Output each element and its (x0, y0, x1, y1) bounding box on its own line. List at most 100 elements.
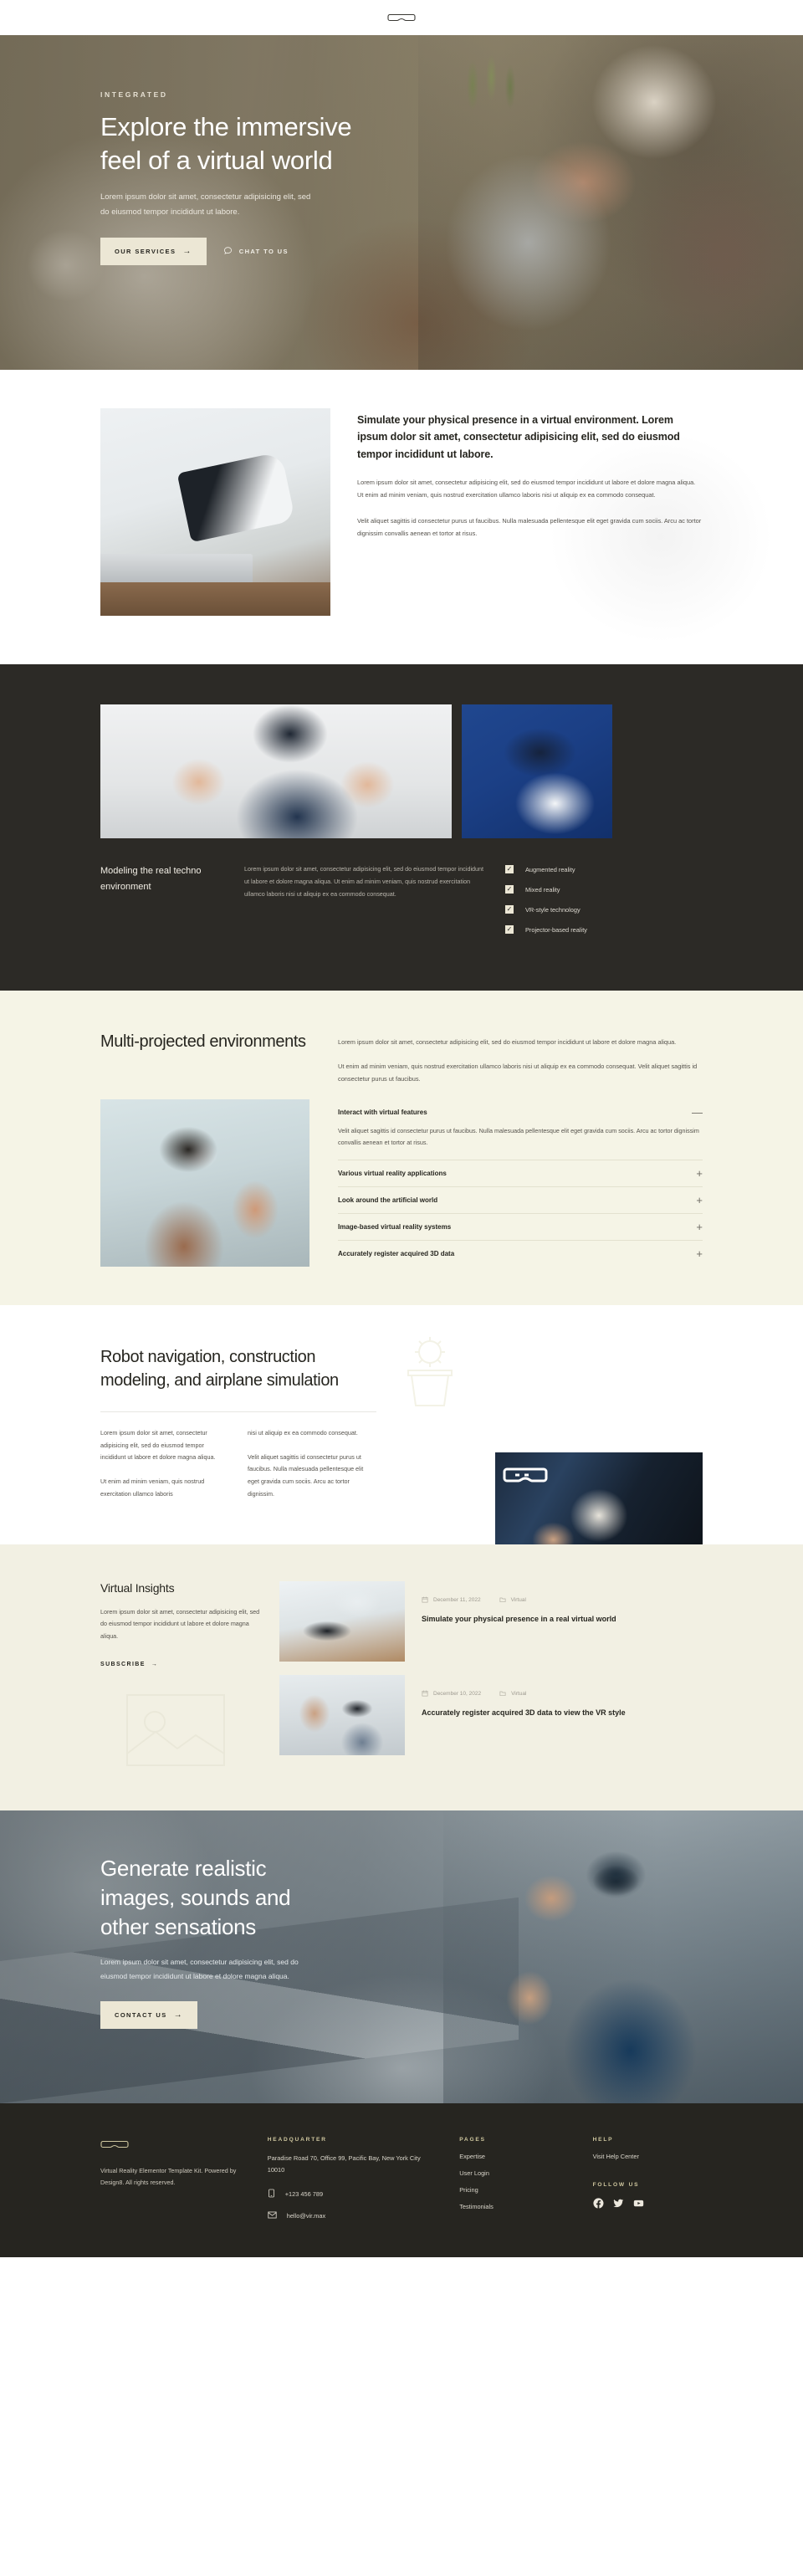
checklist-label: Mixed reality (525, 885, 560, 894)
multi-paragraph-2: Ut enim ad minim veniam, quis nostrud ex… (338, 1063, 698, 1083)
footer-help-title: HELP (592, 2136, 614, 2143)
site-footer: Virtual Reality Elementor Template Kit. … (0, 2102, 803, 2257)
arrow-right-icon: → (151, 1661, 159, 1667)
post-thumbnail (279, 1674, 405, 1755)
robot-paragraph-4: Velit aliquet sagittis id consectetur pu… (248, 1452, 364, 1498)
footer-link-pricing[interactable]: Pricing (459, 2186, 569, 2194)
plus-icon: + (696, 1194, 703, 1207)
robot-title: Robot navigation, construction modeling,… (100, 1348, 339, 1390)
modeling-photo-primary (100, 704, 452, 838)
accordion-item: Accurately register acquired 3D data + (338, 1240, 703, 1267)
vr-goggles-icon[interactable] (100, 2137, 244, 2152)
accordion-item: Image-based virtual reality systems + (338, 1213, 703, 1240)
modeling-heading: Modeling the real techno environment (100, 866, 202, 893)
folder-icon (499, 1690, 506, 1698)
list-item[interactable]: ✓ Projector-based reality (505, 925, 703, 934)
accordion-item: Various virtual reality applications + (338, 1160, 703, 1186)
chat-to-us-link[interactable]: CHAT TO US (223, 246, 289, 257)
calendar-icon (422, 1690, 428, 1698)
accordion-header[interactable]: Look around the artificial world + (338, 1187, 703, 1213)
accordion-header[interactable]: Accurately register acquired 3D data + (338, 1241, 703, 1267)
checkmark-icon: ✓ (505, 865, 514, 873)
image-placeholder-icon (117, 1687, 234, 1779)
accordion-label: Interact with virtual features (338, 1108, 427, 1116)
list-item[interactable]: December 11, 2022 Virtual Simulate your … (279, 1580, 703, 1662)
vr-goggles-outline-icon (502, 1459, 549, 1493)
plus-icon: + (696, 1221, 703, 1234)
post-title[interactable]: Accurately register acquired 3D data to … (422, 1707, 703, 1720)
twitter-icon[interactable] (613, 2198, 624, 2213)
simulate-heading: Simulate your physical presence in a vir… (357, 414, 680, 460)
modeling-paragraph: Lorem ipsum dolor sit amet, consectetur … (244, 865, 484, 898)
checkmark-icon: ✓ (505, 885, 514, 894)
list-item[interactable]: ✓ Augmented reality (505, 865, 703, 873)
checkmark-icon: ✓ (505, 925, 514, 934)
robot-paragraph-1: Lorem ipsum dolor sit amet, consectetur … (100, 1428, 216, 1462)
accordion-label: Various virtual reality applications (338, 1170, 447, 1178)
accordion-header[interactable]: Interact with virtual features — (338, 1099, 703, 1125)
footer-email-label: hello@vir.max (286, 2211, 326, 2220)
post-thumbnail (279, 1580, 405, 1662)
plant-outline-icon (393, 1334, 467, 1411)
plus-icon: + (696, 1247, 703, 1261)
post-date: December 10, 2022 (422, 1690, 481, 1698)
footer-link-expertise[interactable]: Expertise (459, 2153, 569, 2160)
accordion-header[interactable]: Various virtual reality applications + (338, 1160, 703, 1186)
multi-paragraph-1: Lorem ipsum dolor sit amet, consectetur … (338, 1038, 677, 1046)
our-services-button[interactable]: OUR SERVICES → (100, 238, 207, 266)
post-date-label: December 11, 2022 (433, 1597, 481, 1604)
cta-section: Generate realistic images, sounds and ot… (0, 1810, 803, 2103)
modeling-section: Modeling the real techno environment Lor… (0, 664, 803, 991)
hero-eyebrow: INTEGRATED (100, 90, 168, 99)
youtube-icon[interactable] (633, 2198, 644, 2213)
accordion: Interact with virtual features — Velit a… (338, 1099, 703, 1268)
vr-goggles-icon[interactable] (387, 10, 416, 25)
checkmark-icon: ✓ (505, 905, 514, 914)
footer-pages-title: PAGES (459, 2136, 486, 2143)
footer-phone[interactable]: +123 456 789 (268, 2189, 436, 2200)
virtual-insights-section: Virtual Insights Lorem ipsum dolor sit a… (0, 1544, 803, 1810)
checklist-label: Augmented reality (525, 865, 575, 873)
footer-copyright: Virtual Reality Elementor Template Kit. … (100, 2166, 237, 2187)
post-list: December 11, 2022 Virtual Simulate your … (279, 1580, 703, 1769)
accordion-label: Image-based virtual reality systems (338, 1223, 452, 1232)
contact-us-label: CONTACT US (115, 2011, 167, 2020)
footer-link-testimonials[interactable]: Testimonials (459, 2203, 569, 2210)
footer-link-user-login[interactable]: User Login (459, 2169, 569, 2177)
calendar-icon (422, 1596, 428, 1605)
contact-us-button[interactable]: CONTACT US → (100, 2001, 198, 2030)
phone-icon (268, 2189, 275, 2200)
robot-navigation-section: Robot navigation, construction modeling,… (0, 1305, 803, 1544)
modeling-photo-secondary (462, 704, 612, 838)
robot-paragraph-3: nisi ut aliquip ex ea commodo consequat. (248, 1428, 358, 1437)
subscribe-button[interactable]: SUBSCRIBE → (100, 1662, 158, 1667)
hero-actions: OUR SERVICES → CHAT TO US (100, 238, 703, 266)
accordion-item: Interact with virtual features — Velit a… (338, 1099, 703, 1160)
arrow-right-icon: → (182, 247, 192, 257)
insights-title: Virtual Insights (100, 1580, 175, 1595)
list-item[interactable]: December 10, 2022 Virtual Accurately reg… (279, 1674, 703, 1755)
footer-headquarter-title: HEADQUARTER (267, 2136, 327, 2143)
our-services-label: OUR SERVICES (115, 248, 176, 256)
simulate-section: Simulate your physical presence in a vir… (0, 370, 803, 664)
post-category: Virtual (499, 1596, 526, 1605)
cta-title: Generate realistic images, sounds and ot… (100, 1855, 291, 1939)
chat-to-us-label: CHAT TO US (238, 248, 289, 256)
accordion-item: Look around the artificial world + (338, 1186, 703, 1213)
footer-phone-label: +123 456 789 (284, 2189, 324, 2198)
checklist-label: VR-style technology (525, 905, 581, 914)
post-title[interactable]: Simulate your physical presence in a rea… (422, 1613, 703, 1626)
modeling-gallery (100, 704, 703, 838)
post-category: Virtual (499, 1690, 526, 1698)
list-item[interactable]: ✓ Mixed reality (505, 885, 703, 894)
facebook-icon[interactable] (593, 2198, 604, 2213)
footer-email[interactable]: hello@vir.max (268, 2211, 436, 2220)
top-navigation (0, 0, 803, 35)
footer-link-help-center[interactable]: Visit Help Center (593, 2153, 703, 2160)
list-item[interactable]: ✓ VR-style technology (505, 905, 703, 914)
accordion-label: Look around the artificial world (338, 1196, 438, 1205)
accordion-header[interactable]: Image-based virtual reality systems + (338, 1214, 703, 1240)
arrow-right-icon: → (173, 2010, 184, 2020)
accordion-label: Accurately register acquired 3D data (338, 1250, 455, 1258)
post-date-label: December 10, 2022 (433, 1691, 482, 1698)
